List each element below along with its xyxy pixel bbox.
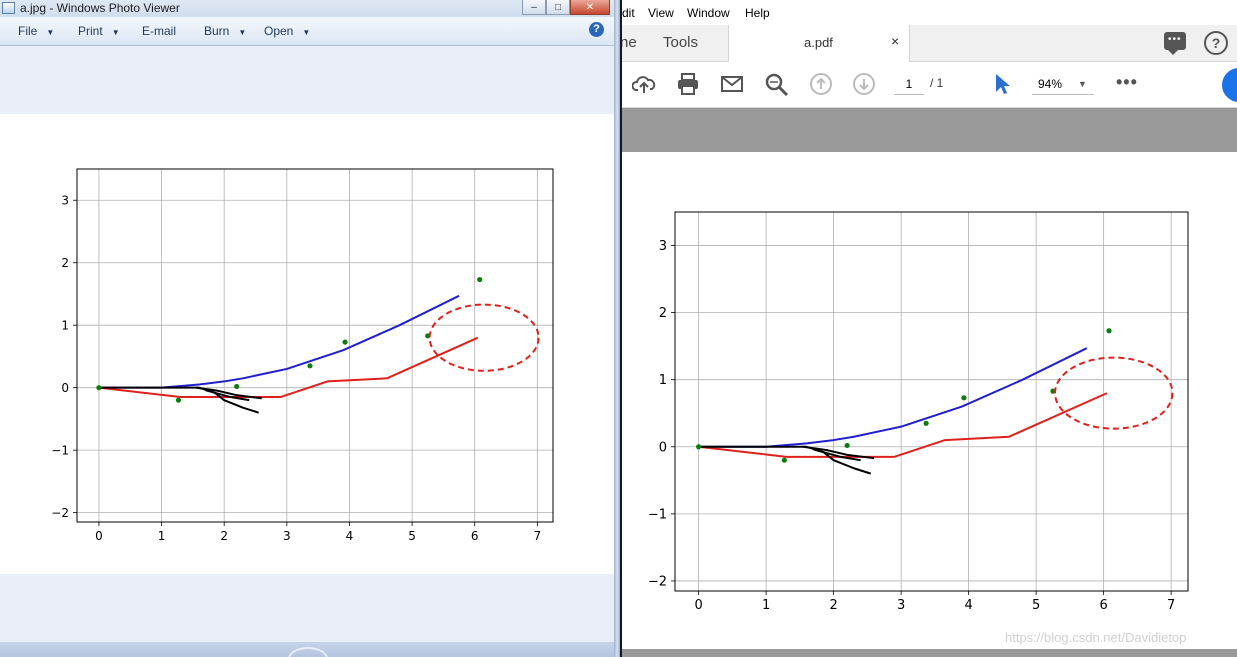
series-line-blue	[98, 294, 460, 389]
x-tick-label: 1	[158, 529, 166, 543]
zoom-search-icon[interactable]	[764, 72, 790, 98]
menu-edit[interactable]: dit	[622, 6, 635, 20]
x-tick-label: 4	[346, 529, 354, 543]
scatter-point	[781, 457, 787, 463]
x-tick-label: 1	[762, 598, 770, 613]
y-tick-label: −1	[51, 443, 69, 457]
page-down-icon[interactable]	[852, 72, 876, 96]
document-background-bottom	[622, 649, 1237, 657]
menu-view[interactable]: View	[648, 6, 674, 20]
watermark: https://blog.csdn.net/Davidietop	[1005, 630, 1187, 645]
plot-frame	[674, 211, 1189, 592]
scatter-point	[342, 339, 348, 345]
y-tick-label: 1	[61, 318, 69, 332]
help-icon[interactable]: ?	[589, 22, 604, 37]
photo-viewer-menu-bar: File ▼ Print ▼ E-mail Burn ▼ Open ▼ ?	[0, 17, 618, 46]
mail-icon[interactable]	[720, 72, 744, 96]
maximize-button[interactable]: □	[546, 0, 570, 15]
x-tick-label: 7	[1167, 598, 1175, 613]
tab-home[interactable]: ne	[622, 25, 637, 61]
chart-image: 0 1 2 3 4 5 6 7 −2 −1 0 1 2 3	[51, 168, 554, 543]
more-options-icon[interactable]: •••	[1116, 72, 1138, 93]
close-button[interactable]: ✕	[570, 0, 610, 15]
y-tick-label: 0	[659, 440, 667, 455]
menu-window[interactable]: Window	[687, 6, 730, 20]
x-tick-label: 4	[964, 598, 972, 613]
y-tick-label: −2	[648, 574, 667, 589]
scatter-point	[234, 383, 240, 390]
x-tick-label: 0	[95, 529, 103, 543]
y-tick-label: 1	[659, 373, 667, 388]
dashed-ellipse	[428, 303, 540, 372]
y-tick-label: 2	[61, 256, 69, 270]
select-cursor-icon[interactable]	[992, 72, 1012, 96]
menu-print[interactable]: Print ▼	[78, 24, 120, 38]
pdf-page: 0 1 2 3 4 5 6 7 −2 −1 0 1 2 3	[622, 152, 1237, 649]
y-tick-label: −2	[51, 506, 69, 520]
scatter-point	[1106, 328, 1112, 334]
upload-cloud-icon[interactable]	[632, 72, 656, 96]
x-tick-label: 2	[220, 529, 228, 543]
menu-burn[interactable]: Burn ▼	[204, 24, 246, 38]
menu-file[interactable]: File ▼	[18, 24, 54, 38]
menu-open[interactable]: Open ▼	[264, 24, 310, 38]
photo-viewer-title-bar[interactable]: a.jpg - Windows Photo Viewer – □ ✕	[0, 0, 618, 18]
photo-viewer-app-icon	[2, 2, 15, 14]
image-background-top	[0, 46, 618, 114]
x-tick-label: 6	[471, 529, 479, 543]
dashed-ellipse	[1054, 356, 1174, 430]
scatter-point	[696, 444, 702, 450]
pdf-tab-bar: ne Tools a.pdf × ••• ?	[622, 25, 1237, 62]
scatter-point	[961, 395, 967, 401]
image-background-bottom	[0, 574, 618, 642]
document-background	[622, 108, 1237, 152]
x-tick-label: 5	[1032, 598, 1040, 613]
x-tick-label: 2	[829, 598, 837, 613]
page-total: / 1	[930, 76, 944, 90]
tab-document[interactable]: a.pdf ×	[728, 25, 910, 62]
image-display: 0 1 2 3 4 5 6 7 −2 −1 0 1 2 3	[0, 114, 618, 574]
y-tick-label: 3	[61, 193, 69, 207]
photo-viewer-window: a.jpg - Windows Photo Viewer – □ ✕ File ▼…	[0, 0, 618, 657]
chevron-down-icon: ▼	[1078, 79, 1087, 89]
y-tick-label: 0	[61, 381, 69, 395]
series-line-blue	[698, 347, 1088, 448]
page-up-icon[interactable]	[809, 72, 833, 96]
pdf-reader-window: dit View Window Help ne Tools a.pdf × ••…	[622, 0, 1237, 657]
x-tick-label: 6	[1099, 598, 1107, 613]
y-tick-label: 2	[659, 306, 667, 321]
chart-pdf: 0 1 2 3 4 5 6 7 −2 −1 0 1 2 3	[648, 211, 1189, 613]
window-title: a.jpg - Windows Photo Viewer	[20, 1, 180, 15]
document-tab-label: a.pdf	[804, 35, 833, 50]
page-number-input[interactable]: 1	[894, 74, 924, 95]
x-tick-label: 3	[897, 598, 905, 613]
pdf-menu-bar: dit View Window Help	[622, 0, 1237, 26]
x-tick-label: 0	[694, 598, 702, 613]
y-tick-label: −1	[648, 507, 667, 522]
minimize-button[interactable]: –	[522, 0, 546, 15]
scatter-point	[844, 442, 850, 449]
x-tick-label: 7	[534, 529, 542, 543]
zoom-dropdown[interactable]: 94% ▼	[1032, 74, 1094, 95]
plot-frame	[76, 168, 554, 523]
pdf-toolbar: 1 / 1 94% ▼ •••	[622, 62, 1237, 108]
print-icon[interactable]	[676, 72, 700, 96]
scatter-point	[477, 276, 483, 283]
help-icon[interactable]: ?	[1204, 31, 1228, 55]
zoom-value: 94%	[1038, 77, 1063, 91]
scatter-point	[923, 420, 929, 426]
menu-email[interactable]: E-mail	[142, 24, 176, 38]
menu-help[interactable]: Help	[745, 6, 770, 20]
x-tick-label: 5	[408, 529, 416, 543]
scatter-point	[307, 363, 313, 369]
y-tick-label: 3	[659, 239, 667, 254]
tab-tools[interactable]: Tools	[663, 25, 698, 61]
comment-icon[interactable]: •••	[1164, 32, 1186, 55]
scatter-point	[96, 385, 102, 391]
x-tick-label: 3	[283, 529, 291, 543]
close-tab-icon[interactable]: ×	[891, 33, 899, 49]
scatter-point	[175, 397, 182, 403]
